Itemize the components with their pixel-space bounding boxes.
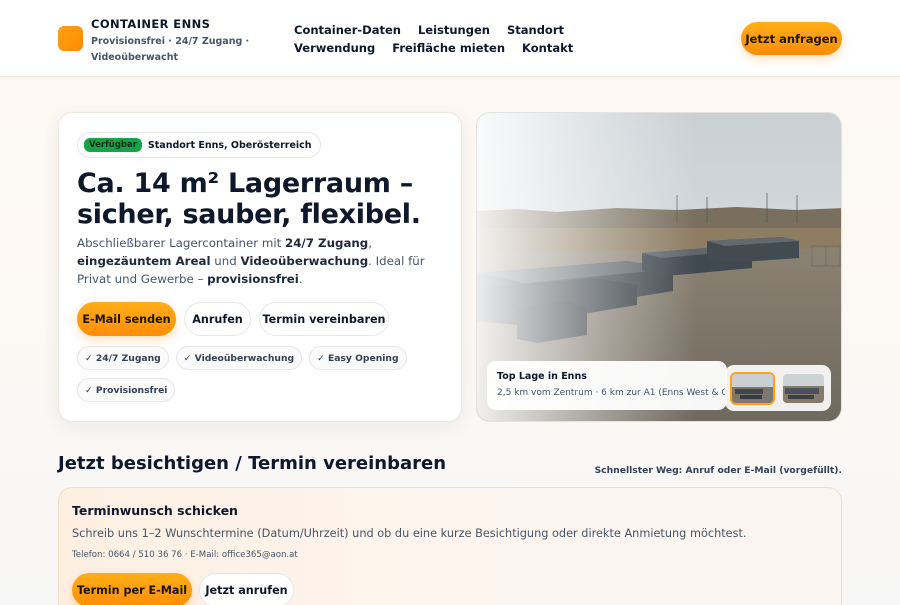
appointment-card-title: Terminwunsch schicken <box>72 503 238 518</box>
location-photo[interactable]: Top Lage in Enns 2,5 km vom Zentrum · 6 … <box>476 112 842 422</box>
feature-chip: ✓ Provisionsfrei <box>77 378 176 402</box>
photo-thumbnail-2[interactable] <box>781 372 826 405</box>
contact-info: Telefon: 0664 / 510 36 76 · E-Mail: offi… <box>72 550 298 560</box>
feature-chip: ✓ Easy Opening <box>309 346 407 370</box>
request-now-button[interactable]: Jetzt anfragen <box>741 22 842 55</box>
send-email-button[interactable]: E-Mail senden <box>77 302 176 336</box>
nav-item-kontakt[interactable]: Kontakt <box>522 39 573 57</box>
section-title-appointment: Jetzt besichtigen / Termin vereinbaren <box>58 453 447 474</box>
feature-chips: ✓ 24/7 Zugang ✓ Videoüberwachung ✓ Easy … <box>77 346 407 402</box>
hero-actions: E-Mail senden Anrufen Termin vereinbaren <box>77 302 389 336</box>
nav-item-verwendung[interactable]: Verwendung <box>294 39 375 57</box>
appointment-card: Terminwunsch schicken Schreib uns 1–2 Wu… <box>58 487 842 605</box>
nav-item-freiflaeche[interactable]: Freifläche mieten <box>392 39 505 57</box>
hero-title: Ca. 14 m² Lagerraum – sicher, sauber, fl… <box>77 168 421 230</box>
appointment-card-description: Schreib uns 1–2 Wunschtermine (Datum/Uhr… <box>72 527 747 540</box>
appointment-actions: Termin per E-Mail Jetzt anrufen <box>72 573 294 605</box>
call-button[interactable]: Anrufen <box>184 302 251 336</box>
location-pill: Verfügbar Standort Enns, Oberösterreich <box>77 132 321 158</box>
brand-tagline: Provisionsfrei · 24/7 Zugang · Videoüber… <box>91 36 250 63</box>
appointment-email-button[interactable]: Termin per E-Mail <box>72 573 192 605</box>
photo-caption: Top Lage in Enns 2,5 km vom Zentrum · 6 … <box>487 361 744 410</box>
brand-logo[interactable] <box>58 26 83 51</box>
feature-chip: ✓ Videoüberwachung <box>175 346 303 370</box>
nav-item-standort[interactable]: Standort <box>507 21 564 39</box>
schedule-appointment-button[interactable]: Termin vereinbaren <box>259 302 389 336</box>
availability-badge: Verfügbar <box>84 138 142 152</box>
feature-chip: ✓ 24/7 Zugang <box>77 346 169 370</box>
main-nav: Container-Daten Leistungen Standort Verw… <box>294 21 634 57</box>
photo-caption-title: Top Lage in Enns <box>497 371 587 382</box>
nav-item-container-daten[interactable]: Container-Daten <box>294 21 401 39</box>
photo-thumbnails <box>725 365 831 411</box>
photo-thumbnail-1[interactable] <box>730 371 775 405</box>
hero-card: Verfügbar Standort Enns, Oberösterreich … <box>58 112 462 422</box>
hero-description: Abschließbarer Lagercontainer mit 24/7 Z… <box>77 236 425 286</box>
location-text: Standort Enns, Oberösterreich <box>147 139 312 151</box>
section-hint: Schnellster Weg: Anruf oder E-Mail (vorg… <box>594 465 842 476</box>
photo-caption-subtitle: 2,5 km vom Zentrum · 6 km zur A1 (Enns W… <box>497 388 744 398</box>
site-header: CONTAINER ENNS Provisionsfrei · 24/7 Zug… <box>0 0 900 77</box>
brand-name[interactable]: CONTAINER ENNS <box>91 17 210 31</box>
nav-item-leistungen[interactable]: Leistungen <box>418 21 490 39</box>
call-now-button[interactable]: Jetzt anrufen <box>199 573 294 605</box>
